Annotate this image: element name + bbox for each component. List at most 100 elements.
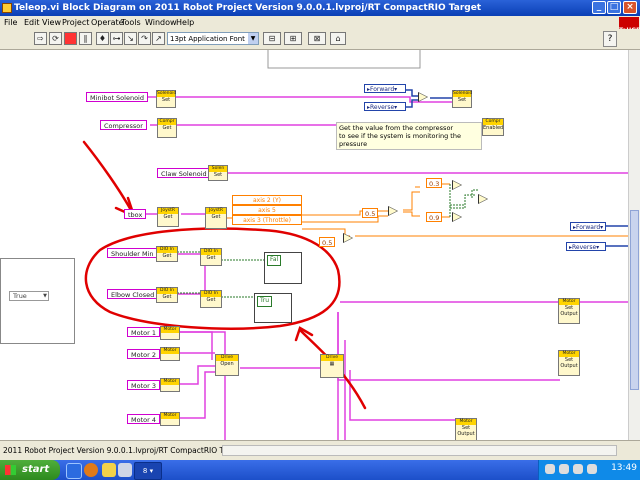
maximize-button[interactable]: □: [607, 1, 621, 14]
dio-elbow-node[interactable]: DIO In Get: [156, 287, 178, 303]
align-objects-icon[interactable]: ⊟: [263, 32, 281, 45]
reverse-enum-top[interactable]: ▸Reverse▾: [364, 102, 406, 111]
motor-4-control[interactable]: Motor 4: [127, 414, 160, 424]
elbow-case-selector[interactable]: Tru: [257, 296, 273, 307]
firefox-icon[interactable]: [84, 463, 98, 477]
start-label: start: [22, 464, 50, 475]
pause-icon[interactable]: ∥: [79, 32, 92, 45]
solenoid-output-node[interactable]: Solenoid Set: [452, 90, 472, 108]
title-bar: Teleop.vi Block Diagram on 2011 Robot Pr…: [0, 0, 640, 16]
labview-icon: [2, 3, 12, 13]
run-arrow-icon[interactable]: ⇨: [34, 32, 47, 45]
motor-set-output-node-a[interactable]: Motor Set Output: [558, 298, 580, 324]
tray-icon-4[interactable]: [587, 464, 597, 474]
axis-unbundle[interactable]: axis 2 (Y) axis 5 axis 3 (Throttle): [232, 195, 302, 233]
case-selector-true[interactable]: True ▼: [9, 291, 49, 301]
block-diagram-canvas[interactable]: Minibot Solenoid Solenoid Set ▸Forward▾ ▸…: [0, 50, 628, 440]
forward-enum-top[interactable]: ▸Forward▾: [364, 84, 406, 93]
menu-window[interactable]: Window: [145, 16, 177, 29]
taskbar: start 8 ▾ 13:49: [0, 460, 640, 480]
vertical-scrollbar[interactable]: [628, 50, 640, 440]
constant-0-3[interactable]: 0.3: [426, 178, 442, 188]
abort-icon[interactable]: [64, 32, 77, 45]
compare-function-a-icon[interactable]: [388, 206, 398, 216]
motor-set-output-node-b[interactable]: Motor Set Output: [558, 350, 580, 376]
motor-4-node[interactable]: Motor: [160, 412, 180, 426]
claw-solenoid-control[interactable]: Claw Solenoid: [157, 168, 211, 178]
forward-enum-right[interactable]: ▸Forward▾: [570, 222, 606, 231]
distribute-objects-icon[interactable]: ⊞: [284, 32, 302, 45]
motor-2-control[interactable]: Motor 2: [127, 349, 160, 359]
motor-1-control[interactable]: Motor 1: [127, 327, 160, 337]
compressor-get-node[interactable]: Compr Get: [157, 118, 177, 138]
shoulder-case-structure[interactable]: Fal: [264, 252, 302, 284]
ie-icon[interactable]: [66, 463, 82, 479]
claw-solenoid-node[interactable]: Solen Set: [208, 165, 228, 181]
joystick-get-node[interactable]: JoystR Get: [205, 207, 227, 229]
folder-icon[interactable]: [102, 463, 116, 477]
clock[interactable]: 13:49: [611, 463, 637, 473]
or-function-icon[interactable]: [478, 194, 488, 204]
scrollbar-thumb[interactable]: [630, 210, 639, 390]
case-structure-panel[interactable]: True ▼: [0, 258, 75, 344]
dio-elbow-get-node[interactable]: DIO In Get: [200, 290, 222, 308]
solenoid-set-node[interactable]: Solenoid Set: [156, 90, 176, 108]
select-function-icon[interactable]: [418, 92, 428, 102]
motor-3-control[interactable]: Motor 3: [127, 380, 160, 390]
menu-operate[interactable]: Operate: [91, 16, 124, 29]
robot-drive-node[interactable]: Drive ▦: [320, 354, 344, 378]
reverse-enum-right[interactable]: ▸Reverse▾: [566, 242, 606, 251]
step-out-icon[interactable]: ↗: [152, 32, 165, 45]
compare-function-d-icon[interactable]: [452, 212, 462, 222]
dio-shoulder-node[interactable]: DIO In Get: [156, 246, 178, 262]
system-tray: 13:49: [538, 460, 640, 480]
robot-drive-open-node[interactable]: Drive Open: [215, 354, 239, 376]
menu-view[interactable]: View: [42, 16, 61, 29]
run-continuously-icon[interactable]: ⟳: [49, 32, 62, 45]
step-over-icon[interactable]: ↷: [138, 32, 151, 45]
menu-help[interactable]: Help: [176, 16, 194, 29]
menu-edit[interactable]: Edit: [24, 16, 40, 29]
context-help-button[interactable]: ?: [603, 31, 617, 47]
constant-0-5-b[interactable]: 0.5: [319, 237, 335, 247]
start-button[interactable]: start: [0, 460, 60, 480]
constant-0-9[interactable]: 0.9: [426, 212, 442, 222]
project-path: 2011 Robot Project Version 9.0.0.1.lvpro…: [3, 446, 243, 455]
motor-1-node[interactable]: Motor: [160, 326, 180, 340]
dio-shoulder-get-node[interactable]: DIO In Get: [200, 248, 222, 266]
minimize-button[interactable]: _: [592, 1, 606, 14]
tray-icon-2[interactable]: [559, 464, 569, 474]
highlight-execution-icon[interactable]: ♦: [96, 32, 109, 45]
cleanup-diagram-icon[interactable]: ⌂: [330, 32, 346, 45]
reorder-icon[interactable]: ⊠: [308, 32, 326, 45]
step-into-icon[interactable]: ↘: [124, 32, 137, 45]
quick-launch-icon[interactable]: [118, 463, 132, 477]
shoulder-case-selector[interactable]: Fal: [267, 255, 282, 266]
wires-layer: [82, 50, 628, 440]
close-button[interactable]: ×: [623, 1, 637, 14]
tray-icon-3[interactable]: [573, 464, 583, 474]
motor-3-node[interactable]: Motor: [160, 378, 180, 392]
minibot-solenoid-control[interactable]: Minibot Solenoid: [86, 92, 148, 102]
horizontal-scrollbar[interactable]: [222, 445, 617, 456]
menu-tools[interactable]: Tools: [121, 16, 141, 29]
compare-function-c-icon[interactable]: [452, 180, 462, 190]
compressor-enabled-node[interactable]: Compr Enabled: [482, 118, 504, 136]
window-title: Teleop.vi Block Diagram on 2011 Robot Pr…: [14, 3, 482, 13]
menu-file[interactable]: File: [4, 16, 17, 29]
font-select[interactable]: 13pt Application Font ▼: [167, 32, 259, 45]
compare-function-b-icon[interactable]: [343, 233, 353, 243]
compressor-control[interactable]: Compressor: [100, 120, 147, 130]
tray-icon-1[interactable]: [545, 464, 555, 474]
shoulder-min-control[interactable]: Shoulder Min: [107, 248, 158, 258]
motor-2-node[interactable]: Motor: [160, 347, 180, 361]
constant-0-5-a[interactable]: 0.5: [362, 208, 378, 218]
taskbar-group-button[interactable]: 8 ▾: [134, 462, 162, 480]
joystick-control[interactable]: tbox: [124, 209, 146, 219]
elbow-closed-control[interactable]: Elbow Closed: [107, 289, 159, 299]
elbow-case-structure[interactable]: Tru: [254, 293, 292, 323]
menu-project[interactable]: Project: [62, 16, 89, 29]
retain-wire-values-icon[interactable]: ⊶: [110, 32, 123, 45]
motor-set-output-node-c[interactable]: Motor Set Output: [455, 418, 477, 440]
joystick-open-node[interactable]: JoystR Get: [157, 207, 179, 227]
